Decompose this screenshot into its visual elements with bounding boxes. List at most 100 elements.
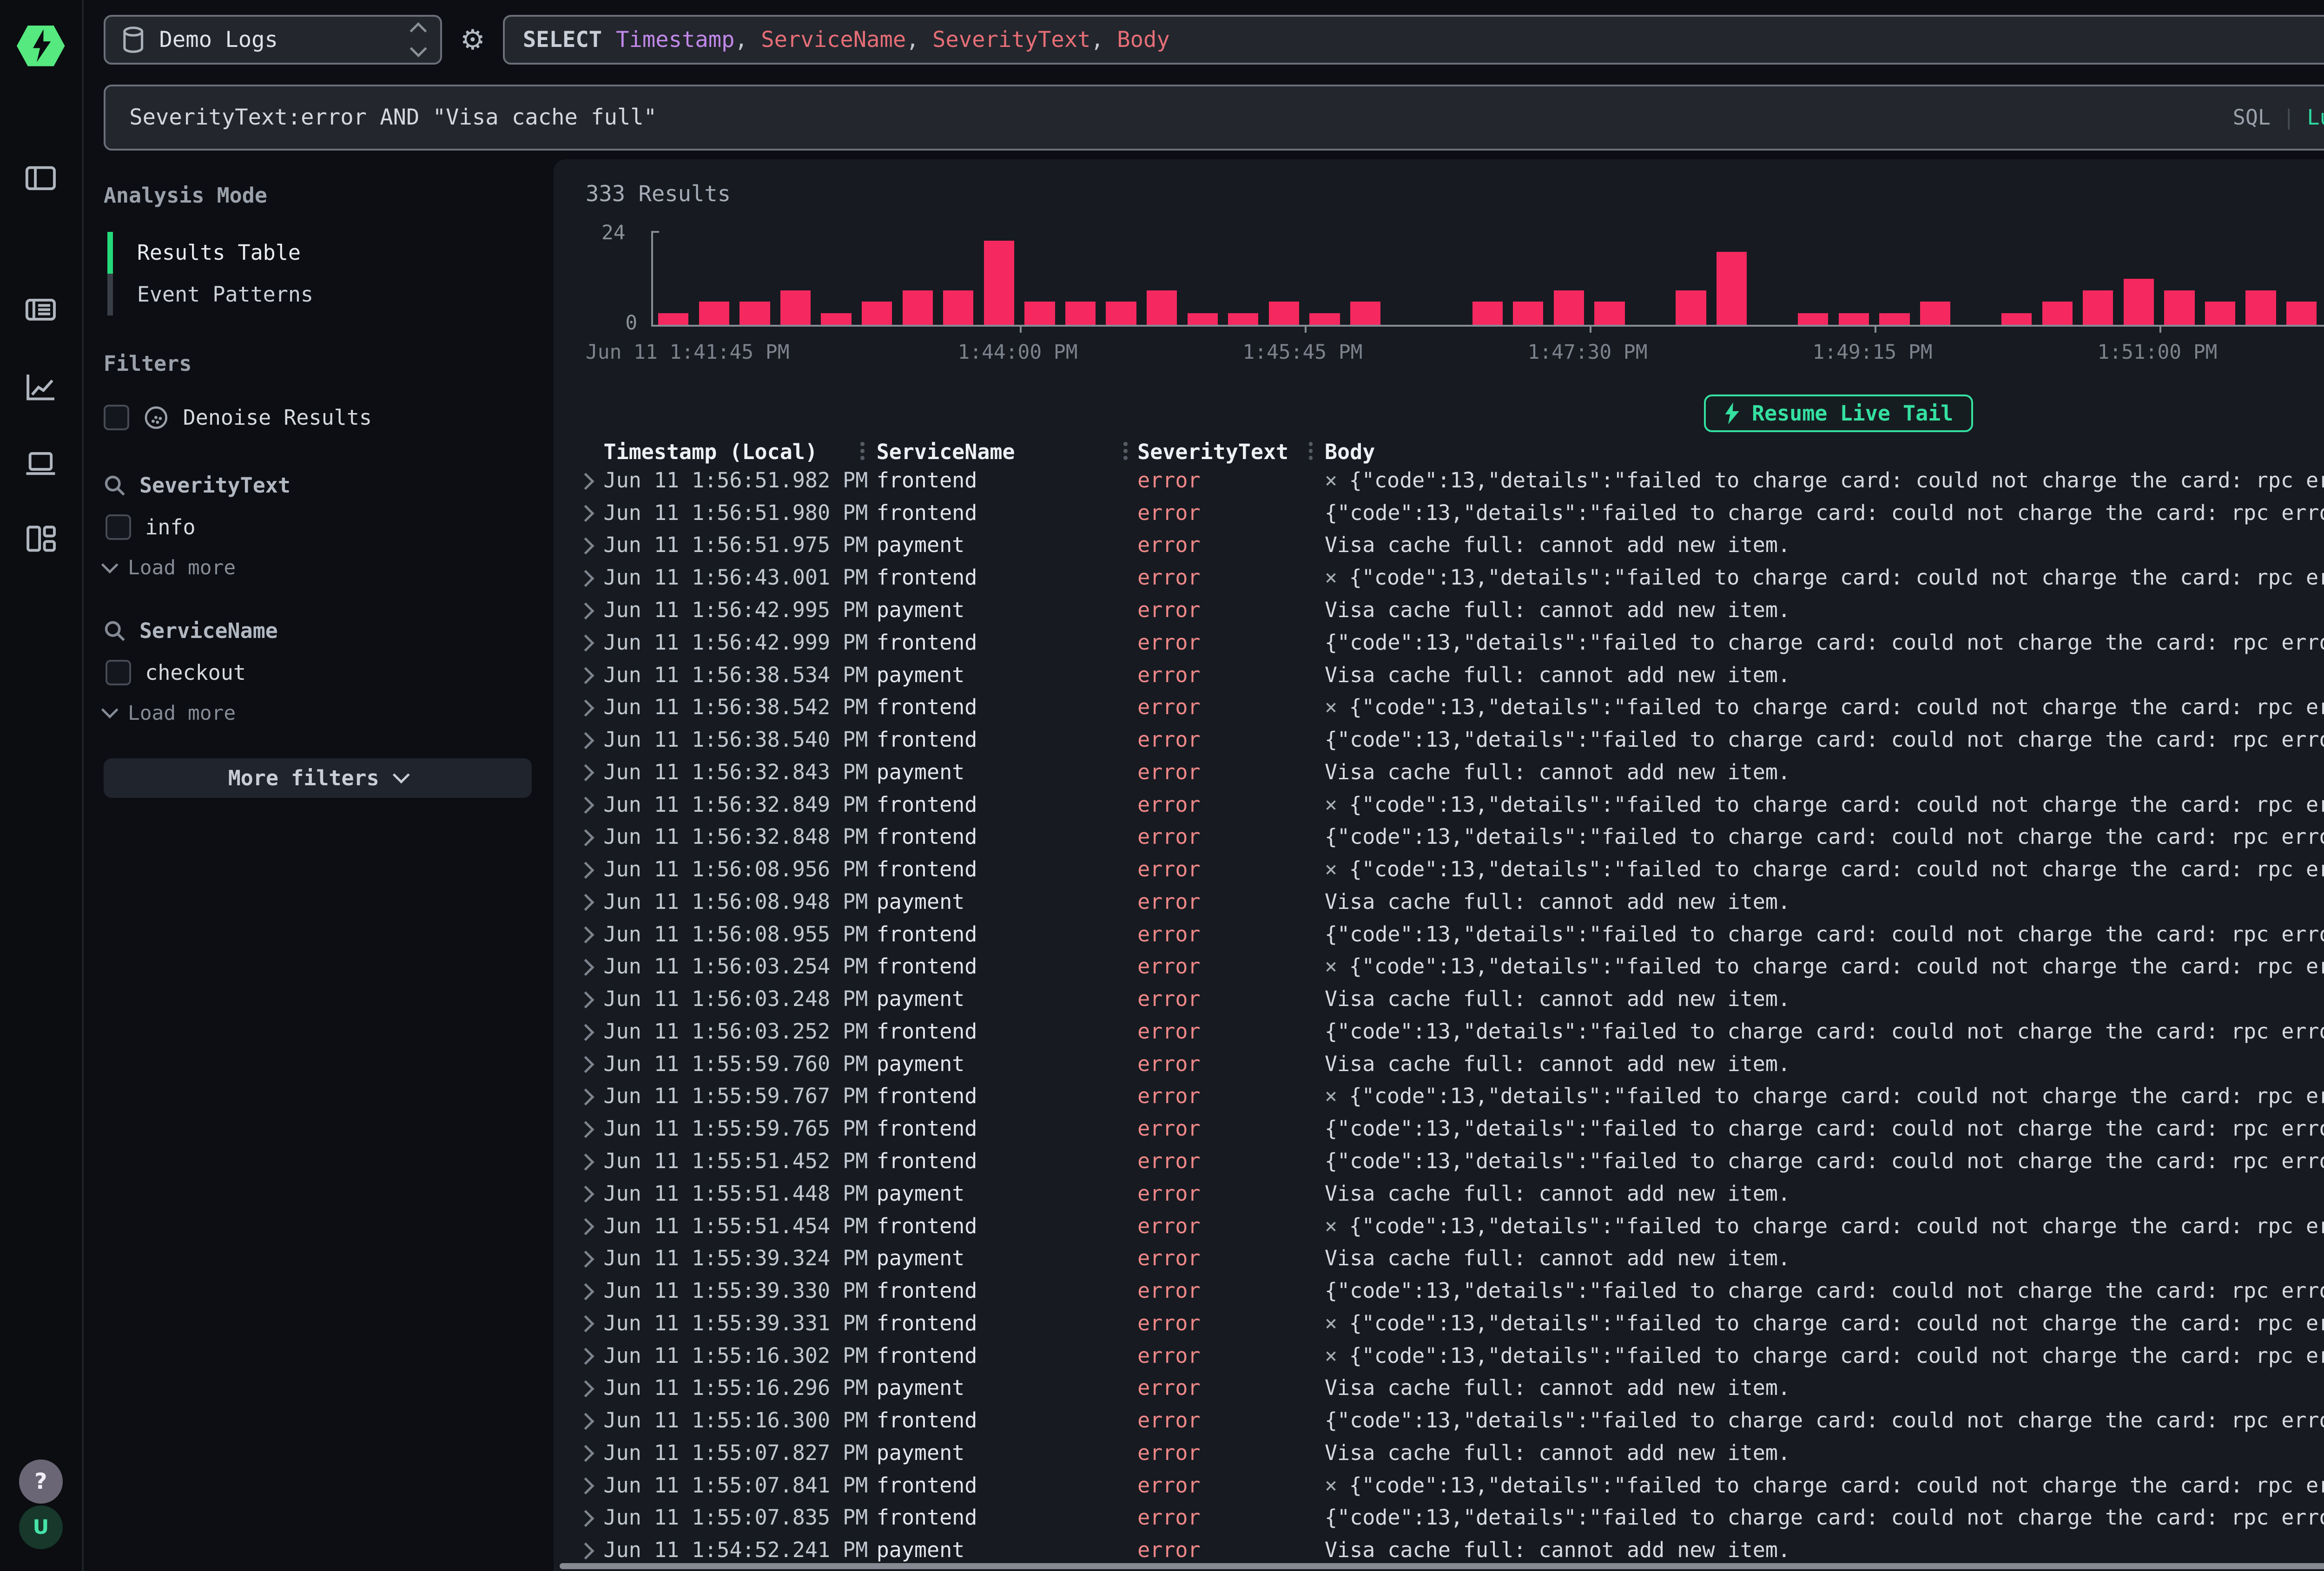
histogram-bar[interactable] bbox=[1147, 290, 1177, 325]
expand-chevron-icon[interactable] bbox=[580, 532, 603, 557]
col-header-servicename[interactable]: ServiceName bbox=[877, 440, 1137, 464]
expand-chevron-icon[interactable] bbox=[580, 1214, 603, 1238]
log-row[interactable]: Jun 11 1:54:52.241 PMpaymenterrorVisa ca… bbox=[554, 1534, 2324, 1563]
histogram-bar[interactable] bbox=[1554, 290, 1584, 325]
expand-chevron-icon[interactable] bbox=[580, 1343, 603, 1368]
expand-chevron-icon[interactable] bbox=[580, 1246, 603, 1270]
expand-chevron-icon[interactable] bbox=[580, 1473, 603, 1498]
expand-chevron-icon[interactable] bbox=[580, 1084, 603, 1108]
log-row[interactable]: Jun 11 1:56:42.995 PMpaymenterrorVisa ca… bbox=[554, 594, 2324, 626]
expand-chevron-icon[interactable] bbox=[580, 1505, 603, 1530]
log-row[interactable]: Jun 11 1:56:51.982 PMfrontenderror×{"cod… bbox=[554, 464, 2324, 497]
histogram-bar[interactable] bbox=[1920, 302, 1950, 324]
app-logo-icon[interactable] bbox=[0, 20, 82, 72]
histogram-bar[interactable] bbox=[699, 302, 729, 324]
log-row[interactable]: Jun 11 1:55:39.331 PMfrontenderror×{"cod… bbox=[554, 1307, 2324, 1339]
log-row[interactable]: Jun 11 1:56:43.001 PMfrontenderror×{"cod… bbox=[554, 561, 2324, 594]
column-resize-handle[interactable] bbox=[1309, 442, 1313, 460]
line-chart-icon[interactable] bbox=[0, 370, 82, 404]
expand-chevron-icon[interactable] bbox=[580, 1019, 603, 1044]
search-input[interactable] bbox=[125, 103, 2221, 132]
denoise-checkbox[interactable] bbox=[104, 405, 129, 430]
select-query-input[interactable]: SELECT Timestamp, ServiceName, SeverityT… bbox=[503, 15, 2324, 65]
histogram-bar[interactable] bbox=[1228, 313, 1258, 325]
histogram-bar[interactable] bbox=[1350, 302, 1380, 324]
expand-chevron-icon[interactable] bbox=[580, 1116, 603, 1141]
mode-event-patterns[interactable]: Event Patterns bbox=[107, 274, 532, 316]
log-row[interactable]: Jun 11 1:56:38.542 PMfrontenderror×{"cod… bbox=[554, 691, 2324, 723]
histogram-bar[interactable] bbox=[2286, 302, 2317, 324]
log-row[interactable]: Jun 11 1:55:51.452 PMfrontenderror{"code… bbox=[554, 1145, 2324, 1177]
expand-chevron-icon[interactable] bbox=[580, 1375, 603, 1400]
expand-chevron-icon[interactable] bbox=[580, 1181, 603, 1206]
search-logs-icon[interactable] bbox=[0, 293, 82, 327]
filter-option-info[interactable]: info bbox=[106, 511, 532, 543]
expand-chevron-icon[interactable] bbox=[580, 663, 603, 687]
histogram-bar[interactable] bbox=[2124, 279, 2154, 325]
col-header-severitytext[interactable]: SeverityText bbox=[1137, 440, 1325, 464]
histogram-bar[interactable] bbox=[1309, 313, 1340, 325]
source-select[interactable]: Demo Logs bbox=[104, 15, 442, 65]
log-row[interactable]: Jun 11 1:56:38.534 PMpaymenterrorVisa ca… bbox=[554, 658, 2324, 691]
expand-chevron-icon[interactable] bbox=[580, 500, 603, 525]
sidebar-toggle-icon[interactable] bbox=[0, 161, 82, 195]
expand-chevron-icon[interactable] bbox=[580, 468, 603, 493]
filter-option-checkout[interactable]: checkout bbox=[106, 657, 532, 689]
gear-icon[interactable]: ⚙ bbox=[460, 26, 485, 54]
log-row[interactable]: Jun 11 1:55:59.765 PMfrontenderror{"code… bbox=[554, 1112, 2324, 1145]
expand-chevron-icon[interactable] bbox=[580, 824, 603, 849]
log-row[interactable]: Jun 11 1:56:03.252 PMfrontenderror{"code… bbox=[554, 1015, 2324, 1048]
histogram-bar[interactable] bbox=[1676, 290, 1706, 325]
histogram-bar[interactable] bbox=[1798, 313, 1828, 325]
load-more-severitytext[interactable]: Load more bbox=[104, 555, 532, 581]
histogram-bar[interactable] bbox=[658, 313, 688, 325]
expand-chevron-icon[interactable] bbox=[580, 857, 603, 881]
filter-group-name[interactable]: ServiceName bbox=[139, 618, 278, 643]
log-row[interactable]: Jun 11 1:56:51.980 PMfrontenderror{"code… bbox=[554, 496, 2324, 529]
info-checkbox[interactable] bbox=[106, 514, 131, 540]
histogram-bar[interactable] bbox=[2245, 290, 2276, 325]
log-row[interactable]: Jun 11 1:56:03.254 PMfrontenderror×{"cod… bbox=[554, 950, 2324, 983]
horizontal-scrollbar[interactable] bbox=[560, 1563, 2324, 1569]
expand-chevron-icon[interactable] bbox=[580, 1408, 603, 1433]
expand-chevron-icon[interactable] bbox=[580, 986, 603, 1011]
log-row[interactable]: Jun 11 1:55:07.827 PMpaymenterrorVisa ca… bbox=[554, 1437, 2324, 1469]
expand-chevron-icon[interactable] bbox=[580, 1278, 603, 1303]
expand-chevron-icon[interactable] bbox=[580, 727, 603, 752]
histogram-bar[interactable] bbox=[1106, 302, 1136, 324]
log-row[interactable]: Jun 11 1:55:39.330 PMfrontenderror{"code… bbox=[554, 1275, 2324, 1307]
histogram-bar[interactable] bbox=[1879, 313, 1909, 325]
column-resize-handle[interactable] bbox=[860, 442, 865, 460]
histogram-bar[interactable] bbox=[2083, 290, 2113, 325]
histogram-bar[interactable] bbox=[821, 313, 851, 325]
log-row[interactable]: Jun 11 1:56:51.975 PMpaymenterrorVisa ca… bbox=[554, 529, 2324, 561]
mode-results-table[interactable]: Results Table bbox=[107, 232, 532, 274]
col-header-body[interactable]: Body bbox=[1325, 440, 2324, 464]
log-row[interactable]: Jun 11 1:55:51.454 PMfrontenderror×{"cod… bbox=[554, 1209, 2324, 1242]
sessions-laptop-icon[interactable] bbox=[0, 446, 82, 480]
lucene-mode-label[interactable]: Lucene bbox=[2307, 105, 2324, 130]
help-button[interactable]: ? bbox=[0, 1459, 82, 1503]
histogram-bar[interactable] bbox=[2042, 302, 2073, 324]
histogram-bar[interactable] bbox=[1065, 302, 1096, 324]
histogram-bar[interactable] bbox=[1594, 302, 1624, 324]
more-filters-button[interactable]: More filters bbox=[104, 758, 532, 798]
resume-live-tail-button[interactable]: Resume Live Tail bbox=[1704, 394, 1973, 432]
expand-chevron-icon[interactable] bbox=[580, 1538, 603, 1562]
histogram-bar[interactable] bbox=[780, 290, 811, 325]
log-row[interactable]: Jun 11 1:55:59.760 PMpaymenterrorVisa ca… bbox=[554, 1047, 2324, 1080]
histogram-bar[interactable] bbox=[1513, 302, 1543, 324]
log-row[interactable]: Jun 11 1:56:32.843 PMpaymenterrorVisa ca… bbox=[554, 756, 2324, 788]
expand-chevron-icon[interactable] bbox=[580, 1440, 603, 1465]
expand-chevron-icon[interactable] bbox=[580, 630, 603, 655]
expand-chevron-icon[interactable] bbox=[580, 695, 603, 719]
histogram-bar[interactable] bbox=[1717, 252, 1747, 324]
log-row[interactable]: Jun 11 1:55:16.296 PMpaymenterrorVisa ca… bbox=[554, 1372, 2324, 1404]
log-row[interactable]: Jun 11 1:55:07.841 PMfrontenderror×{"cod… bbox=[554, 1469, 2324, 1501]
filter-group-name[interactable]: SeverityText bbox=[139, 473, 290, 498]
histogram-bar[interactable] bbox=[739, 302, 770, 324]
expand-chevron-icon[interactable] bbox=[580, 1052, 603, 1076]
histogram-bar[interactable] bbox=[984, 241, 1014, 325]
log-row[interactable]: Jun 11 1:56:03.248 PMpaymenterrorVisa ca… bbox=[554, 983, 2324, 1015]
expand-chevron-icon[interactable] bbox=[580, 565, 603, 590]
